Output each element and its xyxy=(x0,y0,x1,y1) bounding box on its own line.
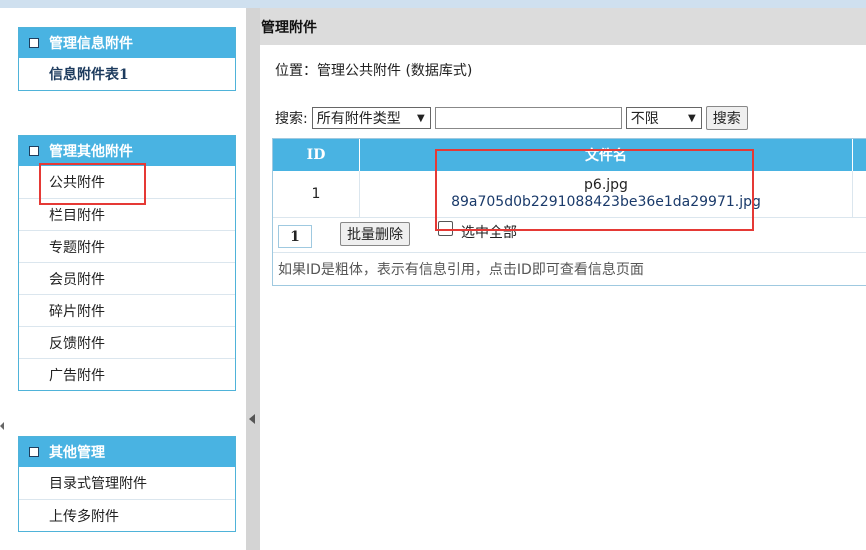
sidebar-item-feedback-attachments[interactable]: 反馈附件 xyxy=(19,326,235,358)
sidebar-item-info-attachment-table[interactable]: 信息附件表1 xyxy=(19,58,235,90)
search-bar: 搜索: 所有附件类型 ▼ 不限 ▼ 搜索 xyxy=(275,106,748,130)
panel-other-management: 其他管理 目录式管理附件 上传多附件 xyxy=(18,436,236,532)
top-bar xyxy=(0,0,866,8)
panel-header[interactable]: 管理其他附件 xyxy=(19,136,235,166)
panel-header[interactable]: 其他管理 xyxy=(19,437,235,467)
range-value: 不限 xyxy=(630,111,659,127)
panel-info-attachments: 管理信息附件 信息附件表1 xyxy=(18,27,236,91)
bulk-delete-button[interactable]: 批量删除 xyxy=(340,222,410,246)
sidebar-item-topic-attachments[interactable]: 专题附件 xyxy=(19,230,235,262)
panel-title: 管理信息附件 xyxy=(49,36,133,52)
search-label: 搜索: xyxy=(275,111,308,127)
sidebar-splitter[interactable] xyxy=(246,8,260,550)
attachment-type-select[interactable]: 所有附件类型 ▼ xyxy=(311,107,431,129)
highlight-box xyxy=(39,163,146,205)
sidebar-item-directory-attachments[interactable]: 目录式管理附件 xyxy=(19,467,235,499)
row-id[interactable]: 1 xyxy=(273,171,360,217)
collapse-left-arrow-icon[interactable] xyxy=(249,414,255,424)
column-header-id: ID xyxy=(273,139,360,171)
collapse-square-icon[interactable] xyxy=(29,447,39,457)
chevron-down-icon: ▼ xyxy=(688,113,696,124)
highlight-box xyxy=(435,149,754,231)
main-content: 管理附件 位置：管理公共附件 (数据库式) 搜索: 所有附件类型 ▼ 不限 ▼ … xyxy=(260,8,866,550)
panel-header[interactable]: 管理信息附件 xyxy=(19,28,235,58)
page-number[interactable]: 1 xyxy=(278,225,312,248)
sidebar-item-ad-attachments[interactable]: 广告附件 xyxy=(19,358,235,390)
page-title: 管理附件 xyxy=(260,8,866,45)
info-note: 如果ID是粗体，表示有信息引用，点击ID即可查看信息页面 xyxy=(278,262,644,278)
sidebar: 管理信息附件 信息附件表1 管理其他附件 公共附件 栏目附件 专题附件 会员附件… xyxy=(0,8,246,550)
search-button[interactable]: 搜索 xyxy=(705,106,748,130)
collapse-square-icon[interactable] xyxy=(29,146,39,156)
collapse-square-icon[interactable] xyxy=(29,38,39,48)
location-breadcrumb: 位置：管理公共附件 (数据库式) xyxy=(275,63,473,79)
sidebar-item-fragment-attachments[interactable]: 碎片附件 xyxy=(19,294,235,326)
search-input[interactable] xyxy=(434,107,622,129)
sidebar-item-upload-multiple[interactable]: 上传多附件 xyxy=(19,499,235,531)
chevron-down-icon: ▼ xyxy=(417,113,425,124)
edge-arrow-icon xyxy=(0,422,4,430)
attachment-type-value: 所有附件类型 xyxy=(316,111,401,127)
range-select[interactable]: 不限 ▼ xyxy=(625,107,702,129)
panel-title: 其他管理 xyxy=(49,445,105,461)
sidebar-item-member-attachments[interactable]: 会员附件 xyxy=(19,262,235,294)
panel-title: 管理其他附件 xyxy=(49,144,133,160)
